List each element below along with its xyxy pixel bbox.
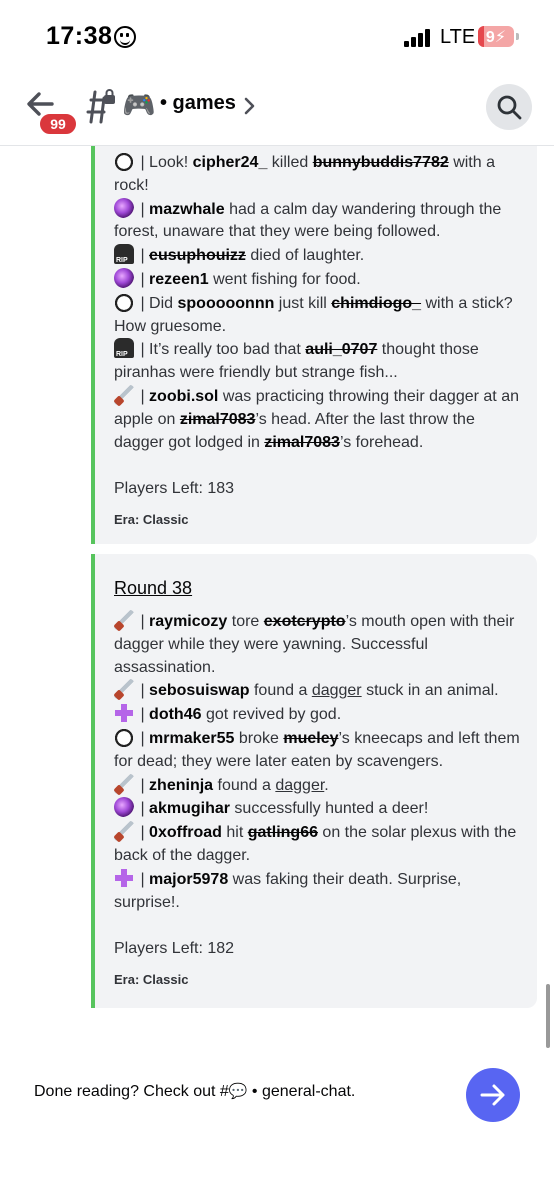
event-line: | mazwhale had a calm day wandering thro… [114, 197, 524, 245]
era-label: Era: Classic [114, 972, 189, 988]
orb-icon [114, 267, 134, 288]
event-line: | major5978 was faking their death. Surp… [114, 867, 524, 915]
channel-name[interactable]: • games [160, 92, 236, 115]
players-left: Players Left: 183 [114, 480, 235, 498]
signal-icon [404, 29, 434, 47]
dagger-icon [114, 384, 134, 405]
event-line: | mrmaker55 broke mueley’s kneecaps and … [114, 726, 524, 774]
tombstone-icon [114, 244, 134, 273]
ghost-icon [114, 291, 134, 312]
event-line: | rezeen1 went fishing for food. [114, 267, 524, 292]
event-line: | Did spooooonnn just kill chimdiogo_ wi… [114, 291, 524, 339]
speech-bubble-icon: 💬 [228, 1083, 248, 1100]
scrollbar[interactable] [546, 984, 550, 1048]
revive-icon [114, 703, 134, 724]
event-line: | sebosuiswap found a dagger stuck in an… [114, 679, 524, 703]
round-embed-38: Round 38 | raymicozy tore exotcrypto’s m… [91, 554, 537, 1008]
smiley-icon [114, 26, 136, 48]
locked-channel-icon [86, 89, 115, 124]
event-line: | Look! cipher24_ killed bunnybuddis7782… [114, 151, 524, 198]
clock: 17:38 [46, 22, 113, 50]
network-label: LTE [440, 26, 476, 48]
event-line: | raymicozy tore exotcrypto’s mouth open… [114, 610, 524, 679]
event-line: | akmugihar successfully hunted a deer! [114, 797, 524, 821]
next-channel-button[interactable] [466, 1068, 520, 1122]
dagger-link[interactable]: dagger [312, 682, 362, 699]
orb-icon [114, 797, 134, 818]
chevron-right-icon[interactable] [243, 95, 257, 117]
era-label: Era: Classic [114, 512, 189, 528]
arrow-right-icon [480, 1084, 505, 1106]
gamepad-icon: 🎮 [122, 90, 156, 120]
dagger-icon [114, 821, 134, 842]
battery-icon: 9⚡ [478, 26, 514, 47]
ghost-icon [114, 726, 134, 747]
dagger-link[interactable]: dagger [275, 777, 324, 794]
next-channel-prompt[interactable]: Done reading? Check out #💬 • general-cha… [34, 1082, 355, 1101]
battery-level: 9 [485, 29, 495, 46]
event-line: | zoobi.sol was practicing throwing thei… [114, 384, 524, 454]
event-line: | It’s really too bad that auli_0707 tho… [114, 338, 524, 385]
event-line: | zheninja found a dagger. [114, 773, 524, 798]
revive-icon [114, 867, 134, 888]
orb-icon [114, 197, 134, 218]
tombstone-icon [114, 338, 134, 367]
event-line: | eusuphouizz died of laughter. [114, 244, 524, 273]
event-line: | doth46 got revived by god. [114, 703, 524, 727]
dagger-icon [114, 679, 134, 700]
search-icon [497, 95, 522, 120]
search-button[interactable] [486, 84, 532, 130]
dagger-icon [114, 610, 134, 630]
status-bar: 17:38 LTE 9⚡ [0, 0, 554, 72]
battery-cap [516, 33, 519, 40]
players-left: Players Left: 182 [114, 940, 235, 958]
unread-badge: 99 [38, 112, 78, 136]
ghost-icon [114, 151, 134, 171]
round-title[interactable]: Round 38 [114, 576, 524, 600]
dagger-icon [114, 773, 134, 794]
round-embed-previous: | Look! cipher24_ killed bunnybuddis7782… [91, 146, 537, 544]
channel-header: 99 🎮 • games [0, 72, 554, 146]
event-line: | 0xoffroad hit gatling66 on the solar p… [114, 821, 524, 868]
